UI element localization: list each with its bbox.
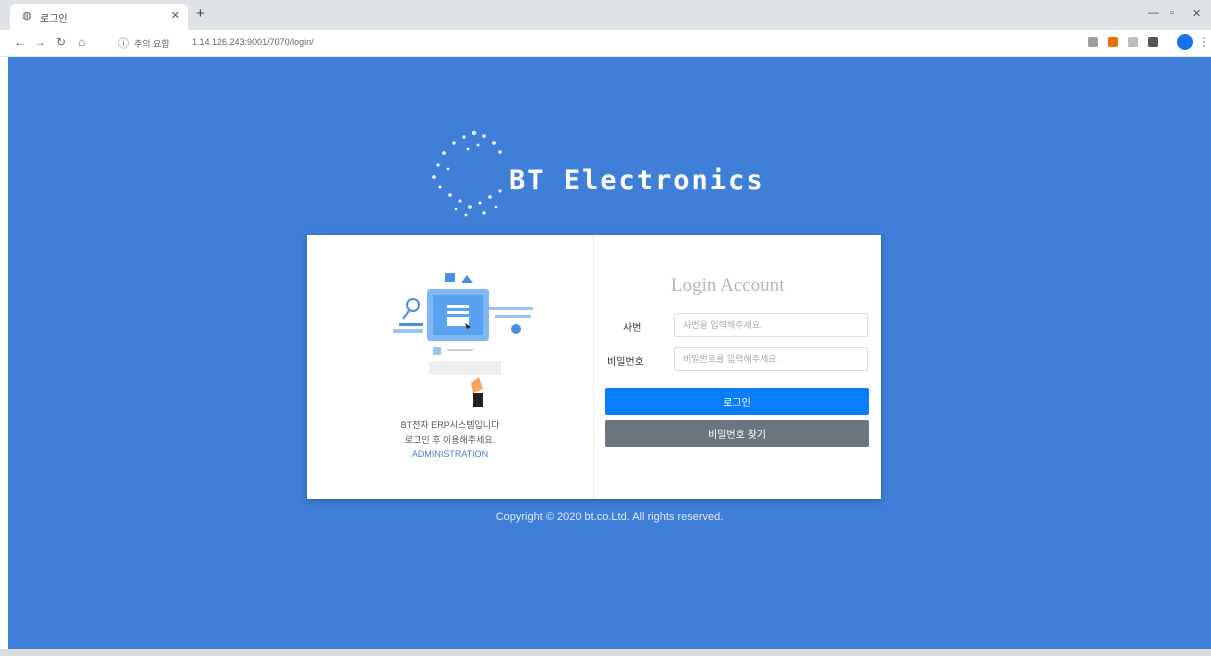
url-security-label: 주의 요함	[134, 39, 170, 49]
globe-icon: ◍	[22, 10, 32, 22]
employee-id-label: 사번	[623, 323, 642, 334]
intro-text: BT전자 ERP시스템입니다	[400, 420, 500, 430]
forward-icon[interactable]: →	[34, 35, 46, 49]
password-input[interactable]	[674, 347, 868, 371]
maximize-icon[interactable]: ▫	[1170, 7, 1174, 19]
back-icon[interactable]: ←	[14, 35, 26, 49]
password-label: 비밀번호	[607, 357, 644, 368]
url-text[interactable]: 1.14.126.243:9001/7070/login/	[192, 37, 314, 47]
administration-link[interactable]: ADMINISTRATION	[307, 449, 593, 459]
computer-illustration-icon	[393, 273, 533, 407]
intro-panel: BT전자 ERP시스템입니다 로그인 후 이용해주세요. ADMINISTRAT…	[307, 235, 594, 499]
new-tab-icon[interactable]: +	[196, 6, 205, 22]
horizontal-scrollbar[interactable]	[0, 649, 1211, 656]
home-icon[interactable]: ⌂	[78, 35, 85, 49]
address-bar: ← → ↻ ⌂ ⓘ 주의 요함 1.14.126.243:9001/7070/l…	[0, 30, 1211, 57]
login-card: BT전자 ERP시스템입니다 로그인 후 이용해주세요. ADMINISTRAT…	[307, 235, 881, 499]
extension-icon[interactable]	[1108, 37, 1118, 47]
extension-icon[interactable]	[1088, 37, 1098, 47]
browser-tab-bar: ◍ 로그인 ✕ + — ▫ ✕	[0, 0, 1211, 30]
tab-title: 로그인	[40, 14, 68, 25]
find-password-button[interactable]: 비밀번호 찾기	[605, 420, 869, 447]
browser-tab[interactable]: ◍ 로그인 ✕	[10, 4, 188, 30]
extension-icon[interactable]	[1128, 37, 1138, 47]
info-icon[interactable]: ⓘ	[118, 35, 129, 51]
reload-icon[interactable]: ↻	[56, 35, 66, 49]
minimize-icon[interactable]: —	[1148, 7, 1159, 19]
profile-avatar[interactable]	[1177, 34, 1193, 50]
extensions-puzzle-icon[interactable]	[1148, 37, 1158, 47]
menu-icon[interactable]: ⋮	[1198, 35, 1210, 49]
intro-subtext: 로그인 후 이용해주세요.	[404, 435, 496, 445]
employee-id-input[interactable]	[674, 313, 868, 337]
page-viewport: BT Electronics BT전자 ERP시스템입니다 로그인 후 이용해주…	[8, 57, 1211, 650]
close-tab-icon[interactable]: ✕	[171, 9, 180, 22]
brand-logo-icon	[432, 131, 502, 217]
close-window-icon[interactable]: ✕	[1192, 7, 1201, 20]
copyright-text: Copyright © 2020 bt.co.Ltd. All rights r…	[495, 511, 724, 523]
brand-name: BT Electronics	[509, 165, 765, 196]
login-button[interactable]: 로그인	[605, 388, 869, 415]
login-title: Login Account	[671, 275, 785, 296]
